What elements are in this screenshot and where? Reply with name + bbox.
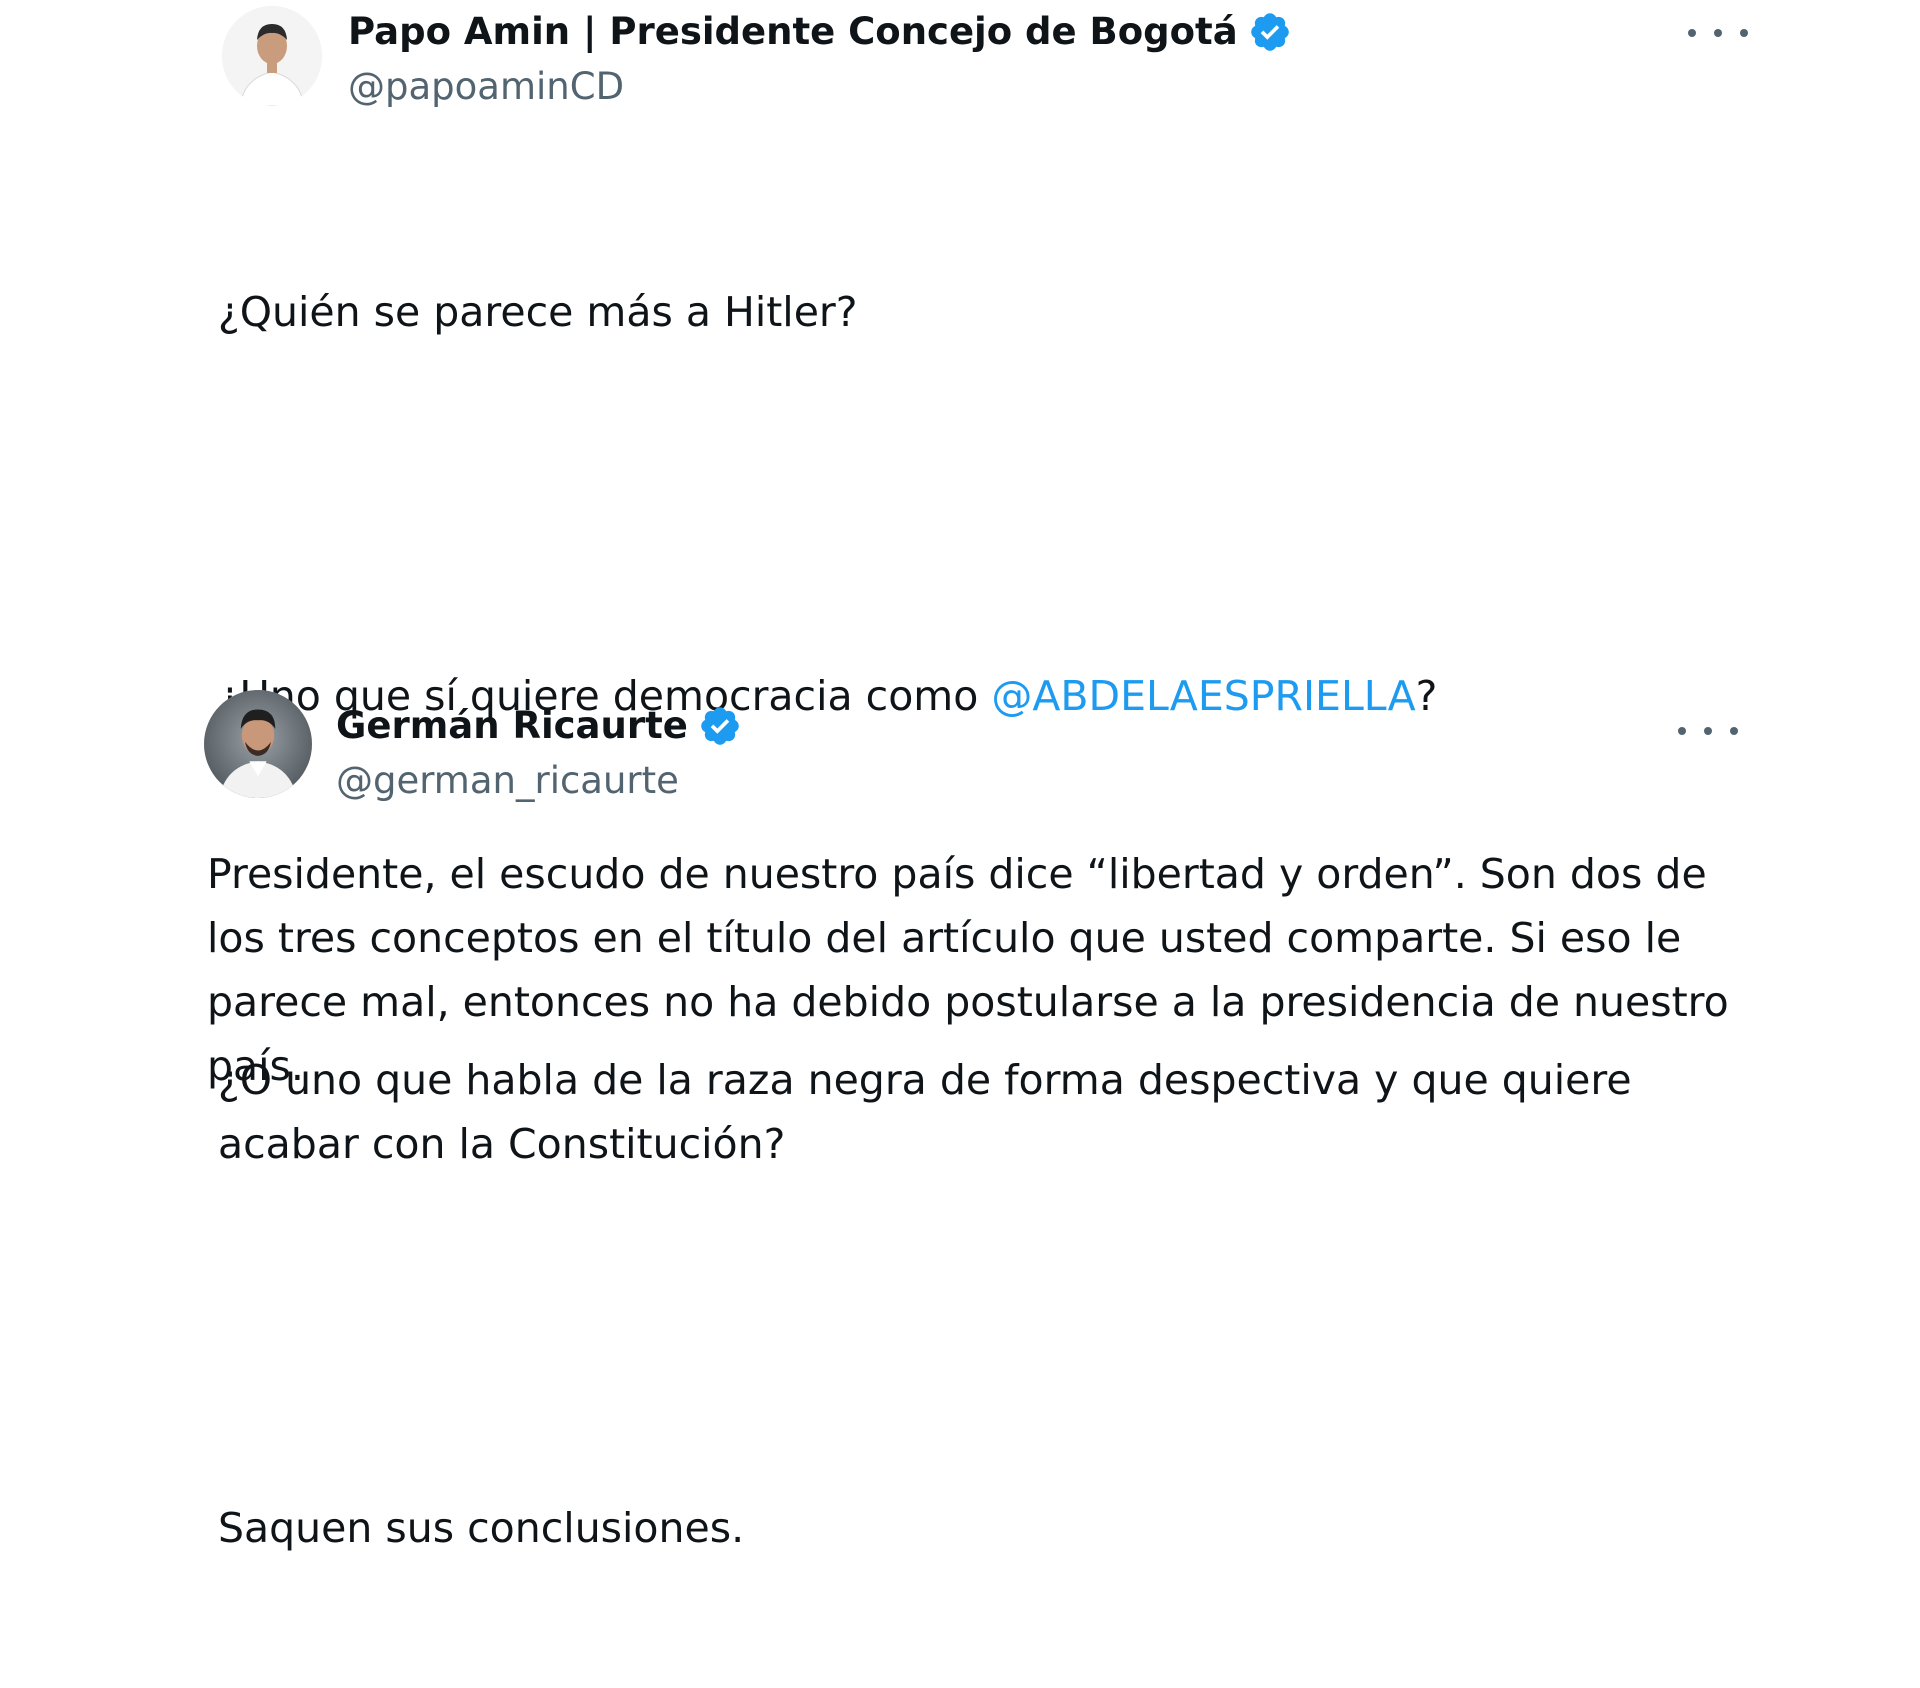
more-options-icon[interactable]: [1678, 716, 1738, 746]
tweet-papo-amin: Papo Amin | Presidente Concejo de Bogotá…: [0, 0, 1920, 1552]
verified-badge-icon: [701, 707, 739, 745]
avatar[interactable]: [204, 690, 312, 798]
display-name[interactable]: Papo Amin | Presidente Concejo de Bogotá: [348, 10, 1292, 54]
more-options-icon[interactable]: [1688, 18, 1748, 48]
display-name-text[interactable]: Papo Amin | Presidente Concejo de Bogotá: [348, 10, 1238, 54]
tweet-paragraph: Saquen sus conclusiones.: [218, 1504, 745, 1552]
tweet-german-ricaurte: Germán Ricaurte @german_ricaurte Preside…: [0, 680, 1920, 1090]
verified-badge-icon: [1250, 13, 1289, 51]
avatar-image: [204, 690, 312, 798]
display-name-text[interactable]: Germán Ricaurte: [336, 704, 688, 748]
tweet-body: Presidente, el escudo de nuestro país di…: [207, 850, 1742, 1090]
handle[interactable]: @papoaminCD: [348, 65, 624, 109]
avatar[interactable]: [222, 6, 322, 106]
display-name[interactable]: Germán Ricaurte: [336, 704, 742, 748]
handle[interactable]: @german_ricaurte: [336, 759, 679, 803]
avatar-image: [222, 6, 322, 106]
tweet-paragraph: ¿Quién se parece más a Hitler?: [218, 288, 858, 336]
